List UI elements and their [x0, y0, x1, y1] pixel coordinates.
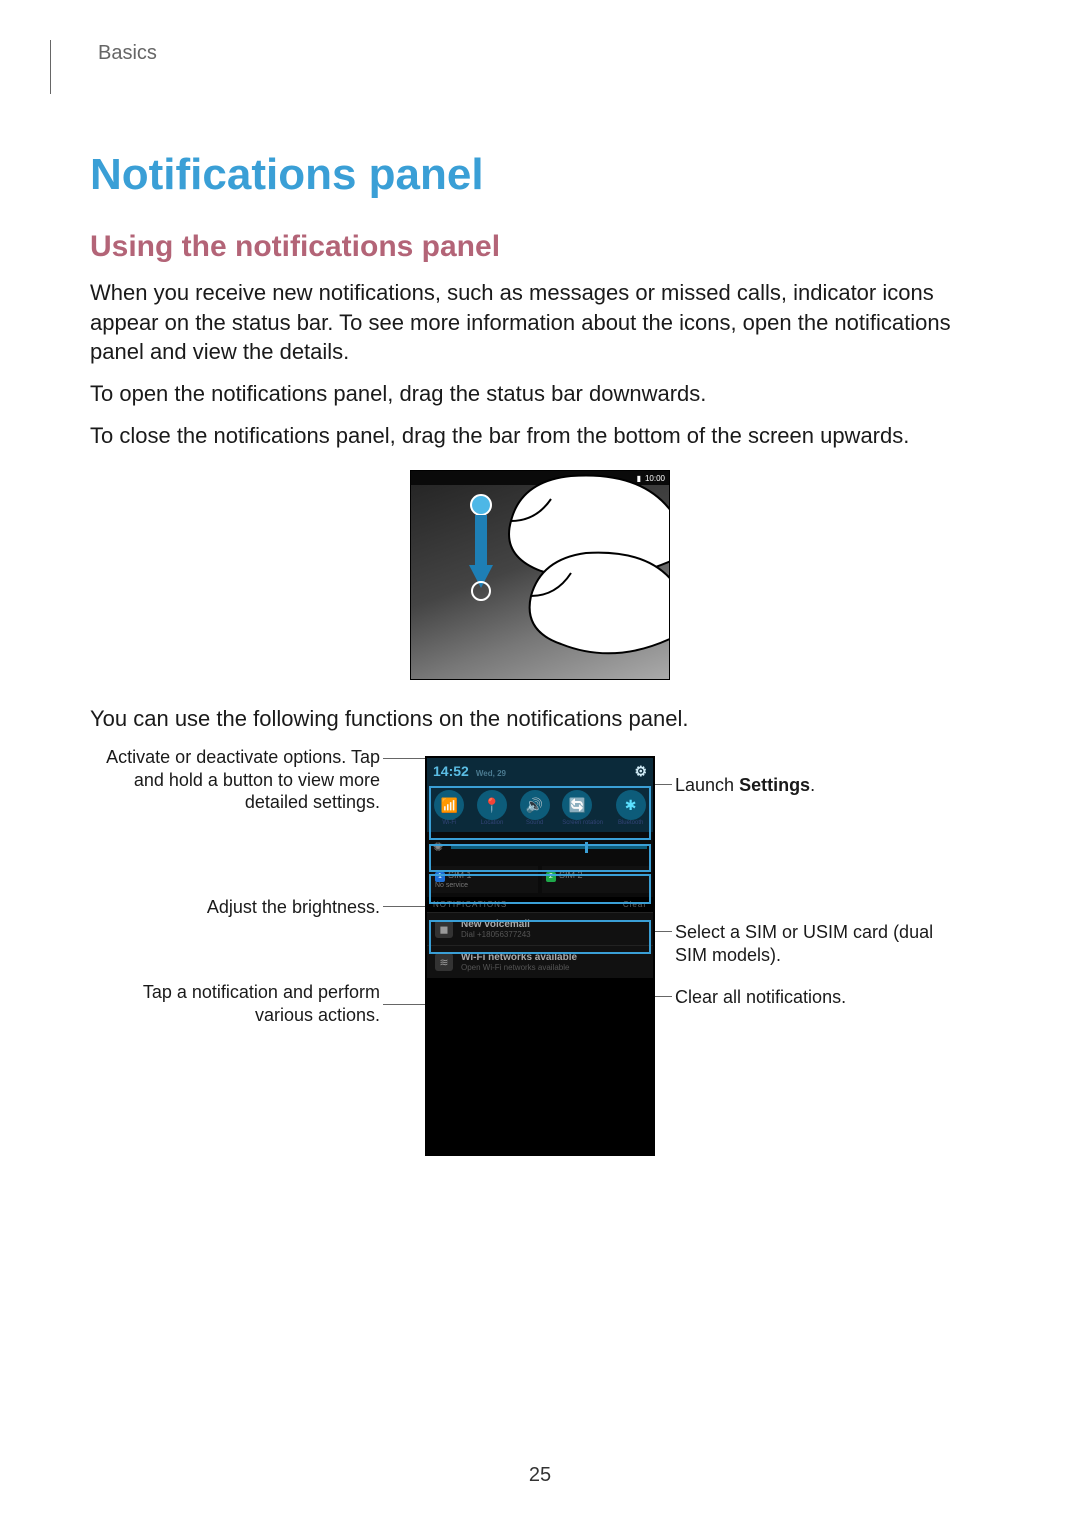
callout-bold: Settings [739, 775, 810, 795]
callout-clear-all: Clear all notifications. [675, 986, 935, 1009]
callout-notification-action: Tap a notification and perform various a… [90, 981, 380, 1026]
paragraph-functions: You can use the following functions on t… [90, 704, 990, 734]
callout-toggle-options: Activate or deactivate options. Tap and … [90, 746, 380, 814]
figure-annotated-panel: Activate or deactivate options. Tap and … [90, 746, 990, 1206]
paragraph-close: To close the notifications panel, drag t… [90, 421, 990, 451]
brightness-slider[interactable] [451, 846, 647, 849]
figure-swipe-gesture: ▮ 10:00 [410, 470, 670, 680]
panel-date: Wed, 29 [476, 769, 506, 778]
settings-gear-icon[interactable]: ⚙ [634, 763, 647, 780]
callout-select-sim: Select a SIM or USIM card (dual SIM mode… [675, 921, 935, 966]
callout-launch-settings: Launch Settings. [675, 774, 955, 797]
lead-line [383, 906, 428, 907]
paragraph-intro: When you receive new notifications, such… [90, 278, 990, 367]
lead-line [655, 931, 672, 932]
breadcrumb: Basics [90, 40, 990, 65]
callout-highlight-toggles [429, 786, 651, 840]
page-number: 25 [0, 1464, 1080, 1487]
paragraph-open: To open the notifications panel, drag th… [90, 379, 990, 409]
callout-highlight-notification [429, 920, 651, 954]
callout-text: Launch [675, 775, 739, 795]
page-title: Notifications panel [90, 150, 990, 200]
panel-time: 14:52 [433, 763, 469, 779]
section-subtitle: Using the notifications panel [90, 230, 990, 264]
phone-screenshot: 14:52 Wed, 29 ⚙ 📶Wi-Fi 📍Location 🔊Sound … [425, 756, 655, 1156]
panel-topbar: 14:52 Wed, 29 ⚙ [427, 758, 653, 784]
hand-bottom-icon [511, 541, 670, 680]
lead-line [383, 1004, 428, 1005]
lead-line [652, 784, 672, 785]
notification-subtitle: Open Wi-Fi networks available [461, 963, 577, 972]
header-divider [50, 40, 51, 94]
callout-brightness: Adjust the brightness. [90, 896, 380, 919]
callout-highlight-sim [429, 874, 651, 904]
callout-text: . [810, 775, 815, 795]
wifi-available-icon: ≋ [435, 953, 453, 971]
